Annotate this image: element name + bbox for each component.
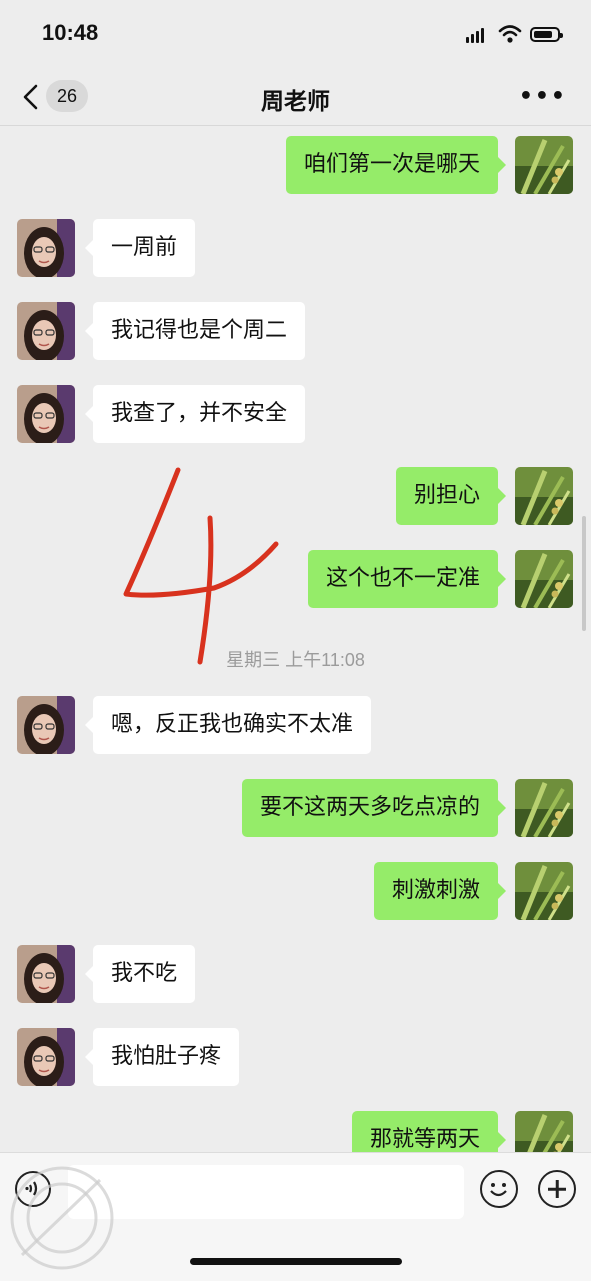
my-avatar[interactable] bbox=[515, 550, 573, 608]
home-indicator bbox=[190, 1258, 402, 1265]
message-bubble[interactable]: 我怕肚子疼 bbox=[84, 1028, 240, 1086]
message-bubble[interactable]: 要不这两天多吃点凉的 bbox=[241, 779, 507, 837]
status-time: 10:48 bbox=[42, 20, 99, 45]
chat-header: 26 周老师 ••• bbox=[0, 70, 591, 126]
chat-message-list[interactable]: 星期三 上午11:08 咱们第一次是哪天一周前我记得也是个周二 我查了，并不安全别… bbox=[0, 126, 591, 1152]
contact-avatar[interactable] bbox=[17, 1028, 75, 1086]
wifi-icon bbox=[498, 25, 522, 43]
sent-message: 别担心 bbox=[0, 467, 591, 527]
watermark-logo bbox=[10, 1166, 114, 1270]
received-message: 我不吃 bbox=[0, 945, 591, 1005]
contact-avatar[interactable] bbox=[17, 696, 75, 754]
message-bubble[interactable]: 刺激刺激 bbox=[373, 862, 507, 920]
sent-message: 刺激刺激 bbox=[0, 862, 591, 922]
plus-icon[interactable] bbox=[538, 1170, 576, 1208]
my-avatar[interactable] bbox=[515, 1111, 573, 1152]
status-bar: 10:48 bbox=[0, 0, 591, 70]
my-avatar[interactable] bbox=[515, 862, 573, 920]
contact-avatar[interactable] bbox=[17, 385, 75, 443]
my-avatar[interactable] bbox=[515, 136, 573, 194]
message-bubble[interactable]: 这个也不一定准 bbox=[307, 550, 507, 608]
my-avatar[interactable] bbox=[515, 779, 573, 837]
message-bubble[interactable]: 我记得也是个周二 bbox=[84, 302, 306, 360]
contact-avatar[interactable] bbox=[17, 302, 75, 360]
contact-avatar[interactable] bbox=[17, 219, 75, 277]
page-title: 周老师 bbox=[261, 89, 330, 115]
message-bubble[interactable]: 我查了，并不安全 bbox=[84, 385, 306, 443]
message-bubble[interactable]: 一周前 bbox=[84, 219, 196, 277]
more-options-button[interactable]: ••• bbox=[519, 84, 567, 109]
message-bubble[interactable]: 那就等两天 bbox=[351, 1111, 507, 1152]
my-avatar[interactable] bbox=[515, 467, 573, 525]
sent-message: 那就等两天 bbox=[0, 1111, 591, 1152]
received-message: 我怕肚子疼 bbox=[0, 1028, 591, 1088]
signal-icon bbox=[466, 28, 488, 43]
contact-avatar[interactable] bbox=[17, 945, 75, 1003]
message-bubble[interactable]: 我不吃 bbox=[84, 945, 196, 1003]
battery-icon bbox=[530, 27, 563, 42]
message-bubble[interactable]: 咱们第一次是哪天 bbox=[285, 136, 507, 194]
message-bubble[interactable]: 别担心 bbox=[395, 467, 507, 525]
received-message: 嗯，反正我也确实不太准 bbox=[0, 696, 591, 756]
sent-message: 咱们第一次是哪天 bbox=[0, 136, 591, 196]
message-timestamp: 星期三 上午11:08 bbox=[226, 650, 365, 670]
received-message: 我查了，并不安全 bbox=[0, 385, 591, 445]
received-message: 我记得也是个周二 bbox=[0, 302, 591, 362]
sent-message: 这个也不一定准 bbox=[0, 550, 591, 610]
message-bubble[interactable]: 嗯，反正我也确实不太准 bbox=[84, 696, 372, 754]
received-message: 一周前 bbox=[0, 219, 591, 279]
sent-message: 要不这两天多吃点凉的 bbox=[0, 779, 591, 839]
emoji-icon[interactable] bbox=[480, 1170, 518, 1208]
